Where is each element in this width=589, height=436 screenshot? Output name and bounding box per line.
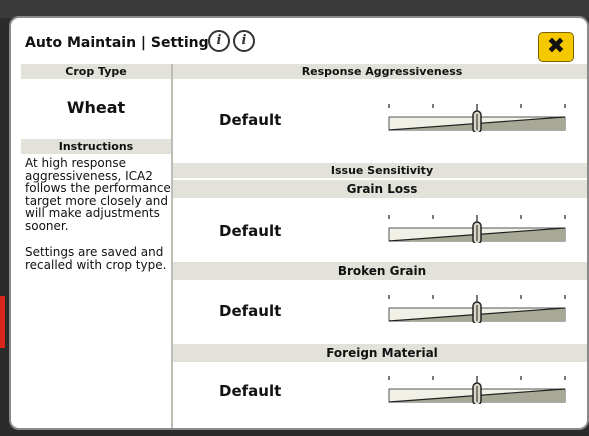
grain-loss-slider[interactable] — [379, 209, 569, 243]
instructions-text: At high response aggressiveness, ICA2 fo… — [25, 157, 175, 285]
instructions-header: Instructions — [21, 139, 171, 154]
response-aggressiveness-slider[interactable] — [379, 98, 569, 132]
grain-loss-value: Default — [219, 222, 282, 240]
crop-type-value[interactable]: Wheat — [21, 98, 171, 117]
foreign-material-slider[interactable] — [379, 370, 569, 404]
dialog-titlebar: Auto Maintain | Settings i i ✖ — [11, 18, 587, 62]
crop-type-header: Crop Type — [21, 64, 171, 79]
grain-loss-header: Grain Loss — [173, 180, 587, 198]
broken-grain-header: Broken Grain — [173, 262, 587, 280]
response-aggressiveness-value: Default — [219, 111, 282, 129]
info-detail-icon[interactable]: i — [233, 30, 255, 52]
issue-sensitivity-header: Issue Sensitivity — [173, 163, 587, 178]
response-aggressiveness-header: Response Aggressiveness — [173, 64, 587, 79]
instructions-paragraph: At high response aggressiveness, ICA2 fo… — [25, 156, 171, 233]
broken-grain-value: Default — [219, 302, 282, 320]
instructions-paragraph: Settings are saved and recalled with cro… — [25, 245, 167, 272]
dialog-title: Auto Maintain | Settings — [25, 35, 217, 51]
close-button[interactable]: ✖ — [538, 32, 574, 62]
foreign-material-header: Foreign Material — [173, 344, 587, 362]
auto-maintain-dialog: Auto Maintain | Settings i i ✖ Crop Type… — [9, 16, 589, 430]
info-icon[interactable]: i — [208, 30, 230, 52]
side-alert-marker — [0, 296, 5, 348]
foreign-material-value: Default — [219, 382, 282, 400]
broken-grain-slider[interactable] — [379, 289, 569, 323]
column-divider — [171, 64, 173, 428]
